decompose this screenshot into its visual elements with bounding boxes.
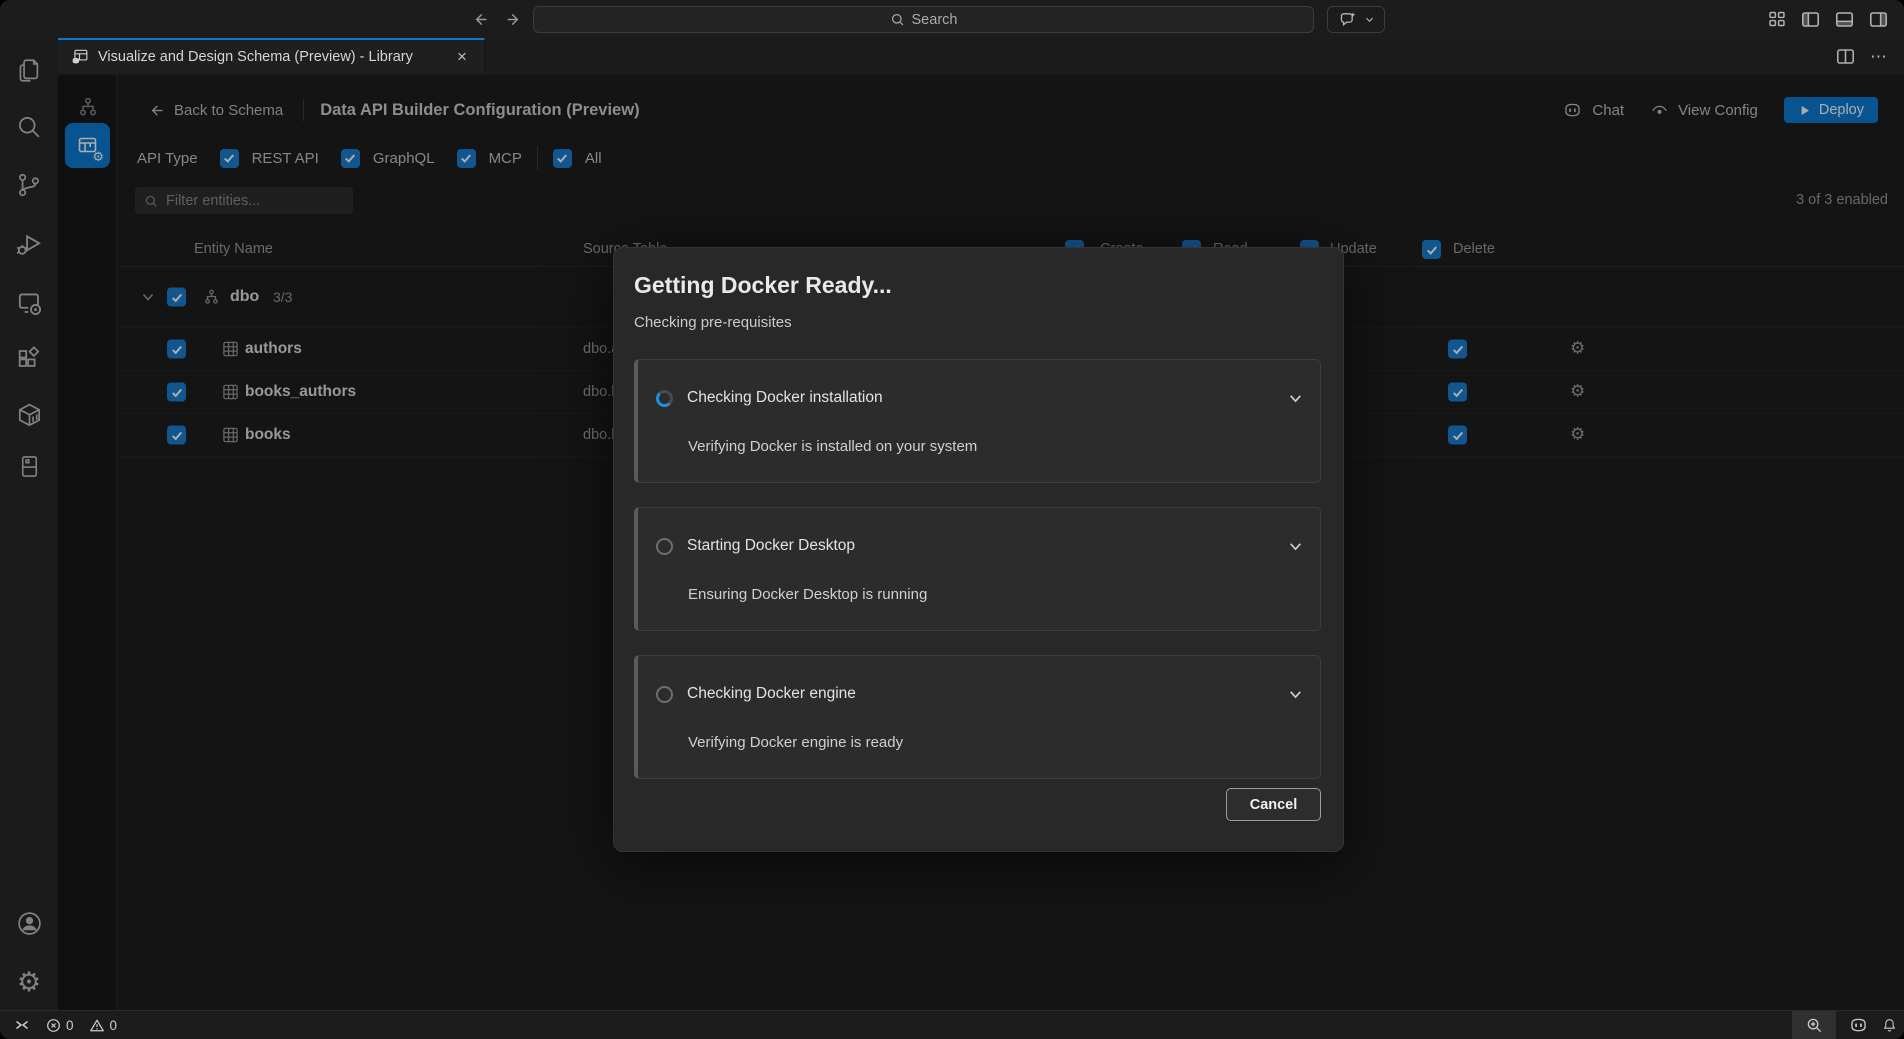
toggle-panel-icon[interactable] [1835, 10, 1854, 29]
dialog-subtitle: Checking pre-requisites [634, 314, 792, 331]
warning-count: 0 [110, 1018, 118, 1033]
more-actions-icon[interactable]: ⋯ [1870, 47, 1888, 67]
command-center-search[interactable]: Search [533, 6, 1314, 33]
activity-bar: ⚙ [0, 38, 58, 1010]
error-icon [46, 1018, 61, 1033]
copilot-chat-dropdown[interactable] [1327, 6, 1385, 33]
step-header[interactable]: Starting Docker Desktop [656, 534, 1304, 558]
dialog-title: Getting Docker Ready... [634, 272, 892, 299]
notifications-bell-icon[interactable] [1881, 1017, 1898, 1034]
customize-layout-icon[interactable] [1767, 10, 1786, 29]
tab-close-icon[interactable]: × [452, 47, 472, 67]
error-count: 0 [66, 1018, 74, 1033]
step-title: Starting Docker Desktop [687, 537, 855, 555]
search-placeholder: Search [912, 12, 958, 28]
copilot-status-icon[interactable] [1848, 1017, 1869, 1034]
remote-explorer-icon[interactable] [0, 283, 58, 323]
pending-circle-icon [656, 538, 673, 555]
step-docker-engine: Checking Docker engine Verifying Docker … [634, 655, 1321, 779]
search-icon [890, 12, 905, 27]
step-title: Checking Docker installation [687, 389, 883, 407]
layout-controls [1767, 0, 1888, 38]
step-docker-desktop: Starting Docker Desktop Ensuring Docker … [634, 507, 1321, 631]
chevron-down-icon [1364, 14, 1375, 25]
status-bar: 0 0 [0, 1010, 1904, 1039]
docker-ready-dialog: Getting Docker Ready... Checking pre-req… [613, 247, 1344, 852]
docker-steps: Checking Docker installation Verifying D… [634, 359, 1321, 803]
back-arrow-icon[interactable] [470, 9, 490, 29]
database-design-icon [70, 48, 89, 65]
chevron-down-icon[interactable] [1287, 538, 1304, 555]
step-title: Checking Docker engine [687, 685, 856, 703]
chat-sparkle-icon [1338, 10, 1357, 29]
step-description: Ensuring Docker Desktop is running [688, 586, 927, 603]
problems-status[interactable]: 0 0 [46, 1018, 117, 1033]
editor-actions: ⋯ [1836, 38, 1888, 75]
title-bar: Search [0, 0, 1904, 38]
extensions-icon[interactable] [0, 340, 58, 380]
account-icon[interactable] [0, 903, 58, 943]
explorer-icon[interactable] [0, 50, 58, 90]
warning-icon [89, 1018, 105, 1033]
vscode-window: Search [0, 0, 1904, 1039]
search-sidebar-icon[interactable] [0, 107, 58, 147]
source-control-icon[interactable] [0, 165, 58, 205]
step-docker-installation: Checking Docker installation Verifying D… [634, 359, 1321, 483]
toggle-primary-sidebar-icon[interactable] [1801, 10, 1820, 29]
cancel-button[interactable]: Cancel [1226, 788, 1321, 821]
remote-indicator-icon[interactable] [14, 1017, 30, 1033]
database-projects-icon[interactable] [0, 446, 58, 486]
zoom-status-button[interactable] [1792, 1011, 1836, 1039]
tab-title: Visualize and Design Schema (Preview) - … [98, 49, 443, 65]
step-description: Verifying Docker engine is ready [688, 734, 903, 751]
forward-arrow-icon[interactable] [503, 9, 523, 29]
step-description: Verifying Docker is installed on your sy… [688, 438, 977, 455]
step-header[interactable]: Checking Docker installation [656, 386, 1304, 410]
tab-visualize-schema[interactable]: Visualize and Design Schema (Preview) - … [58, 38, 485, 73]
chevron-down-icon[interactable] [1287, 390, 1304, 407]
toggle-secondary-sidebar-icon[interactable] [1869, 10, 1888, 29]
spinner-icon [656, 390, 673, 407]
pending-circle-icon [656, 686, 673, 703]
tab-bar: Visualize and Design Schema (Preview) - … [58, 38, 1904, 76]
split-editor-icon[interactable] [1836, 47, 1855, 66]
step-header[interactable]: Checking Docker engine [656, 682, 1304, 706]
run-debug-icon[interactable] [0, 224, 58, 264]
settings-gear-icon[interactable]: ⚙ [0, 962, 58, 1002]
history-nav [470, 0, 523, 38]
chevron-down-icon[interactable] [1287, 686, 1304, 703]
container-tools-icon[interactable] [0, 395, 58, 435]
